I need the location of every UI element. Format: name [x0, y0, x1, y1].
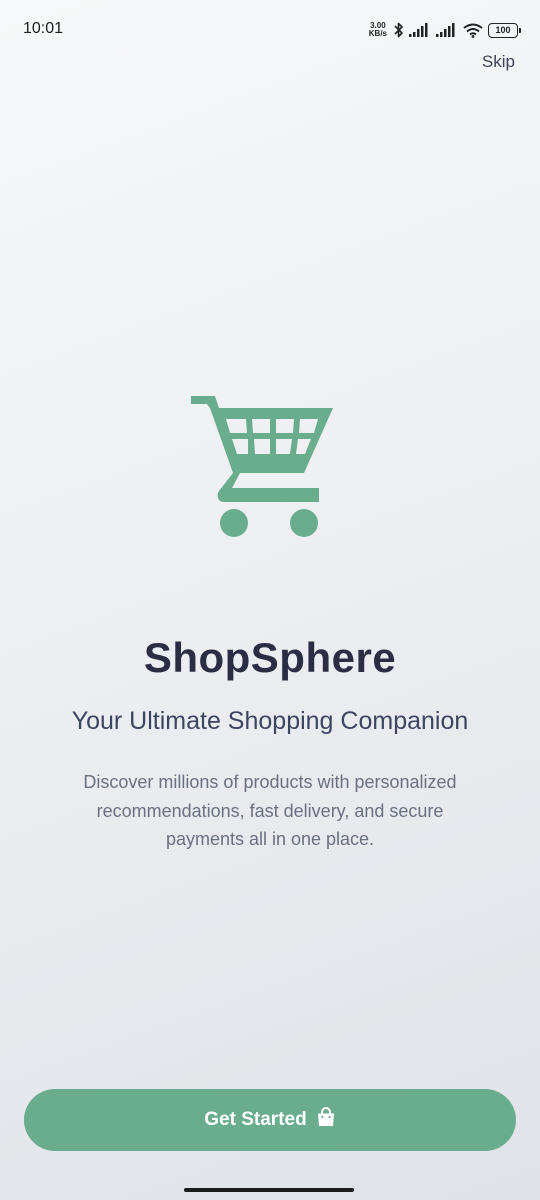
app-subtitle: Your Ultimate Shopping Companion — [71, 707, 469, 735]
home-indicator[interactable] — [184, 1188, 354, 1192]
bluetooth-icon — [394, 22, 404, 38]
get-started-button[interactable]: Get Started — [24, 1089, 516, 1151]
battery-icon: 100 — [488, 22, 521, 38]
app-description: Discover millions of products with perso… — [83, 772, 457, 849]
status-bar: 10:01 3.00 KB/s 100 — [0, 0, 540, 60]
shopping-cart-icon — [188, 394, 338, 540]
skip-button[interactable]: Skip — [482, 52, 515, 72]
get-started-label: Get Started — [204, 1109, 307, 1130]
shopping-bag-icon — [316, 1107, 336, 1133]
network-speed: 3.00 KB/s — [369, 22, 387, 38]
signal-icon — [409, 23, 431, 37]
status-time: 10:01 — [23, 20, 64, 37]
wifi-icon — [463, 23, 483, 38]
status-icons: 3.00 KB/s 100 — [369, 20, 521, 40]
app-title: ShopSphere — [143, 634, 397, 681]
network-speed-unit: KB/s — [368, 29, 387, 38]
signal-icon — [436, 23, 458, 37]
